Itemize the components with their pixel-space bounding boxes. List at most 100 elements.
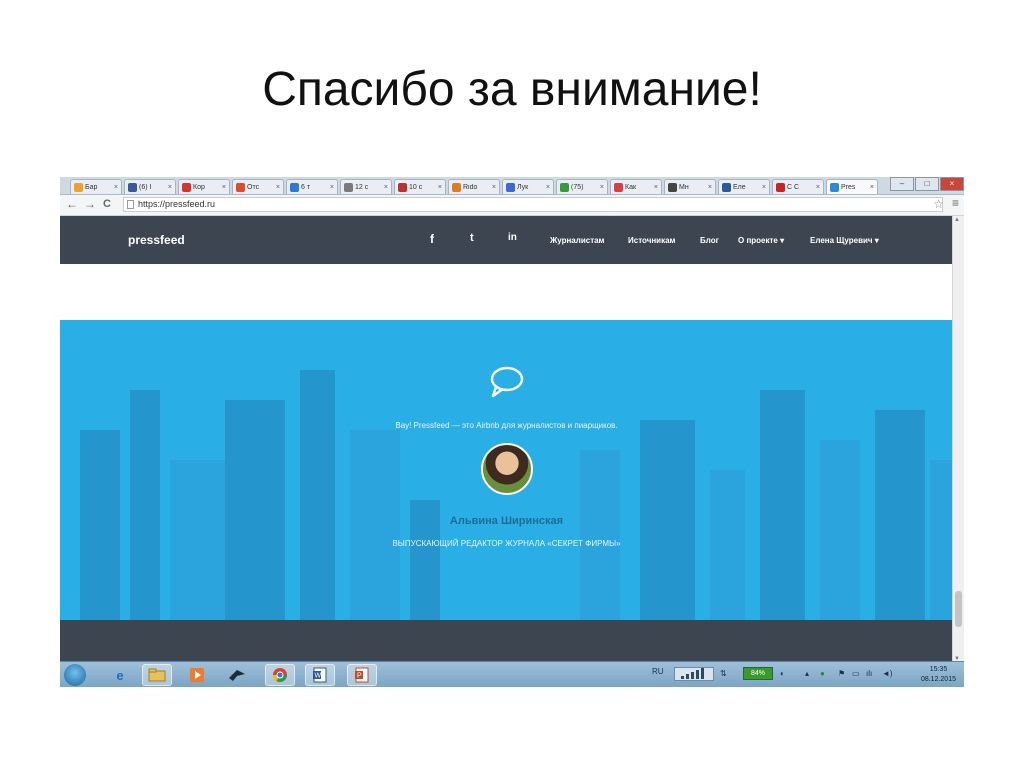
tab-label: Бар: [85, 183, 98, 191]
tab-close-icon[interactable]: ×: [546, 184, 550, 191]
reload-button[interactable]: C: [103, 198, 111, 210]
network-icon[interactable]: ⇅: [720, 669, 727, 678]
tab-favicon-icon: [506, 182, 515, 192]
testimonial-quote: Вау! Pressfeed — это Airbnb для журналис…: [395, 421, 618, 430]
page-scrollbar[interactable]: ▲ ▼: [952, 216, 964, 663]
slide-title: Спасибо за внимание!: [262, 63, 762, 116]
tab-label: С С: [787, 183, 800, 191]
browser-tab[interactable]: Мн ×: [664, 179, 716, 194]
url-input[interactable]: https://pressfeed.ru: [123, 197, 943, 212]
tab-close-icon[interactable]: ×: [816, 184, 820, 191]
display-icon[interactable]: ▭: [852, 669, 860, 678]
browser-tab[interactable]: Как ×: [610, 179, 662, 194]
browser-tab[interactable]: 12 с ×: [340, 179, 392, 194]
tab-label: Pres: [841, 183, 856, 191]
site-footer: [60, 620, 953, 663]
browser-tab[interactable]: Кор ×: [178, 179, 230, 194]
browser-tab[interactable]: С С ×: [772, 179, 824, 194]
linkedin-icon[interactable]: in: [508, 232, 517, 243]
battery-indicator[interactable]: 84%: [743, 667, 773, 680]
tab-favicon-icon: [560, 182, 569, 192]
url-text: https://pressfeed.ru: [138, 199, 216, 209]
tab-label: Rido: [463, 183, 478, 191]
browser-tab[interactable]: Еле ×: [718, 179, 770, 194]
tab-favicon-icon: [128, 182, 137, 192]
browser-tab[interactable]: Pres ×: [826, 179, 878, 194]
nav-user-menu[interactable]: Елена Щуревич ▾: [810, 236, 879, 245]
nav-blog[interactable]: Блог: [700, 236, 719, 245]
tab-close-icon[interactable]: ×: [114, 184, 118, 191]
facebook-icon[interactable]: f: [430, 232, 434, 246]
tab-close-icon[interactable]: ×: [168, 184, 172, 191]
power-icon[interactable]: ◐: [780, 669, 785, 678]
tab-label: Как: [625, 183, 637, 191]
browser-tab[interactable]: Отс ×: [232, 179, 284, 194]
close-window-button[interactable]: ×: [940, 177, 964, 191]
bird-icon[interactable]: [222, 664, 252, 686]
tab-close-icon[interactable]: ×: [600, 184, 604, 191]
browser-tab[interactable]: Rido ×: [448, 179, 500, 194]
browser-tab[interactable]: (6) I ×: [124, 179, 176, 194]
clock-time: 15:35: [929, 666, 948, 673]
folder-icon[interactable]: [142, 664, 172, 686]
tab-label: Отс: [247, 183, 260, 191]
browser-tab[interactable]: (75) ×: [556, 179, 608, 194]
tab-close-icon[interactable]: ×: [276, 184, 280, 191]
tab-close-icon[interactable]: ×: [222, 184, 226, 191]
maximize-button[interactable]: □: [915, 177, 939, 191]
tab-label: 12 с: [355, 183, 369, 191]
tab-close-icon[interactable]: ×: [384, 184, 388, 191]
svg-text:W: W: [315, 673, 322, 680]
signal-strength-icon[interactable]: [674, 667, 714, 681]
tab-favicon-icon: [236, 182, 245, 192]
testimonial-author-role: ВЫПУСКАЮЩИЙ РЕДАКТОР ЖУРНАЛА «СЕКРЕТ ФИР…: [392, 539, 621, 548]
tab-close-icon[interactable]: ×: [708, 184, 712, 191]
bookmark-star-icon[interactable]: ☆: [933, 197, 944, 211]
tab-favicon-icon: [722, 182, 731, 192]
wifi-icon[interactable]: ılı: [866, 669, 872, 678]
chrome-icon[interactable]: [265, 664, 295, 686]
tray-app-icon[interactable]: ●: [820, 669, 825, 678]
ie-icon[interactable]: e: [105, 664, 135, 686]
tab-favicon-icon: [74, 182, 83, 192]
action-center-icon[interactable]: ⚑: [838, 669, 845, 678]
twitter-icon[interactable]: t: [470, 232, 474, 244]
browser-tab[interactable]: 10 с ×: [394, 179, 446, 194]
word-icon[interactable]: W: [305, 664, 335, 686]
tab-label: Еле: [733, 183, 746, 191]
nav-journalists[interactable]: Журналистам: [550, 236, 604, 245]
browser-menu-icon[interactable]: ≡: [952, 196, 959, 210]
powerpoint-icon[interactable]: P: [347, 664, 377, 686]
media-player-icon[interactable]: [182, 664, 212, 686]
tab-favicon-icon: [398, 182, 407, 192]
volume-icon[interactable]: ◄): [882, 669, 893, 678]
start-button[interactable]: [64, 664, 86, 686]
avatar: [481, 443, 533, 495]
nav-sources[interactable]: Источникам: [628, 236, 675, 245]
language-indicator[interactable]: RU: [652, 667, 664, 676]
tab-close-icon[interactable]: ×: [870, 184, 874, 191]
show-hidden-icons-icon[interactable]: ▴: [805, 669, 809, 678]
tab-close-icon[interactable]: ×: [654, 184, 658, 191]
testimonial-author-name: Альвина Ширинская: [449, 515, 564, 527]
browser-tab[interactable]: Лук ×: [502, 179, 554, 194]
tab-label: 10 с: [409, 183, 423, 191]
scrollbar-thumb[interactable]: [955, 591, 962, 627]
site-logo[interactable]: pressfeed: [128, 233, 185, 247]
system-clock[interactable]: 15:35 08.12.2015: [921, 665, 956, 685]
tab-close-icon[interactable]: ×: [438, 184, 442, 191]
speech-bubble-icon: [490, 366, 524, 398]
nav-about[interactable]: О проекте ▾: [738, 236, 784, 245]
forward-button[interactable]: →: [84, 197, 96, 211]
browser-tab[interactable]: 6 т ×: [286, 179, 338, 194]
tab-favicon-icon: [344, 182, 353, 192]
tab-favicon-icon: [182, 182, 191, 192]
back-button[interactable]: ←: [66, 197, 78, 211]
window-controls: – □ ×: [889, 177, 964, 191]
tab-close-icon[interactable]: ×: [330, 184, 334, 191]
tab-close-icon[interactable]: ×: [492, 184, 496, 191]
browser-tab[interactable]: Бар ×: [70, 179, 122, 194]
tab-close-icon[interactable]: ×: [762, 184, 766, 191]
minimize-button[interactable]: –: [890, 177, 914, 191]
scroll-up-icon[interactable]: ▲: [954, 217, 960, 223]
